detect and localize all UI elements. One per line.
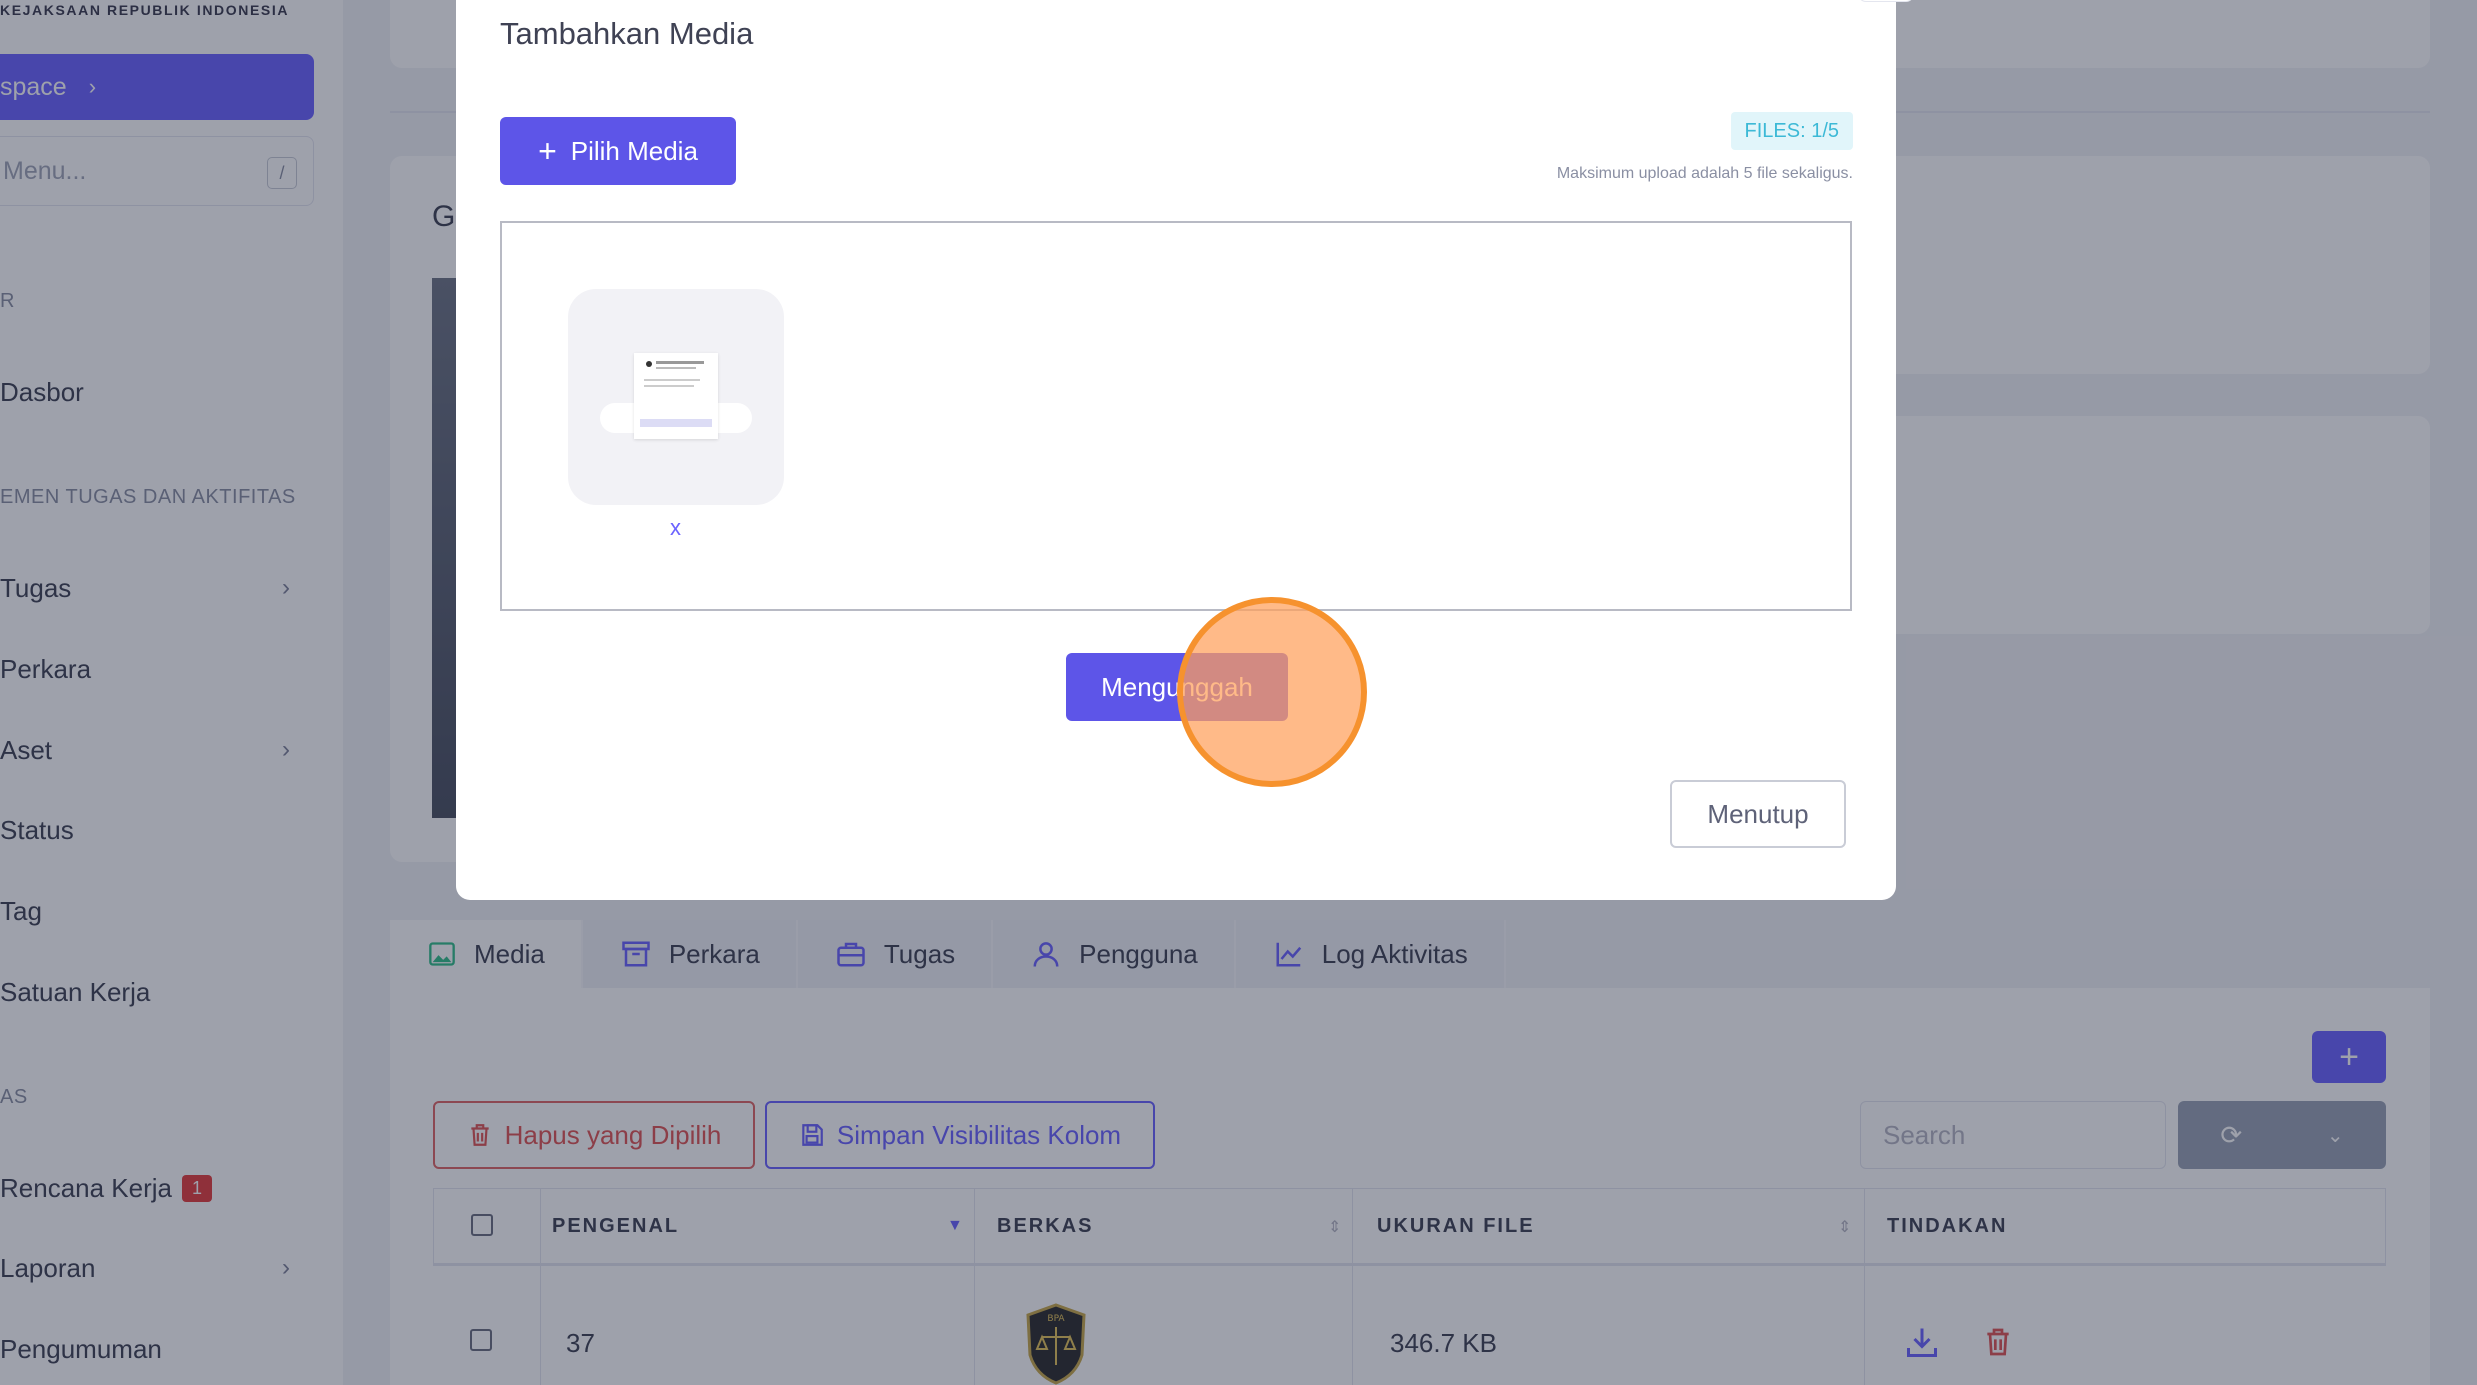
document-icon: [634, 353, 718, 439]
add-media-modal: Tambahkan Media + Pilih Media FILES: 1/5…: [456, 0, 1914, 900]
click-indicator: [1177, 597, 1367, 787]
remove-file-button[interactable]: x: [670, 515, 681, 541]
close-modal-button[interactable]: Menutup: [1670, 780, 1846, 848]
media-drop-zone[interactable]: x: [500, 221, 1852, 611]
pick-media-button[interactable]: + Pilih Media: [500, 117, 736, 185]
files-count-badge: FILES: 1/5: [1730, 112, 1853, 150]
file-preview-thumbnail: [568, 289, 784, 505]
plus-icon: +: [538, 133, 557, 169]
max-upload-note: Maksimum upload adalah 5 file sekaligus.: [1556, 165, 1853, 182]
modal-title: Tambahkan Media: [500, 16, 754, 51]
modal-corner-button[interactable]: [1858, 0, 1914, 2]
